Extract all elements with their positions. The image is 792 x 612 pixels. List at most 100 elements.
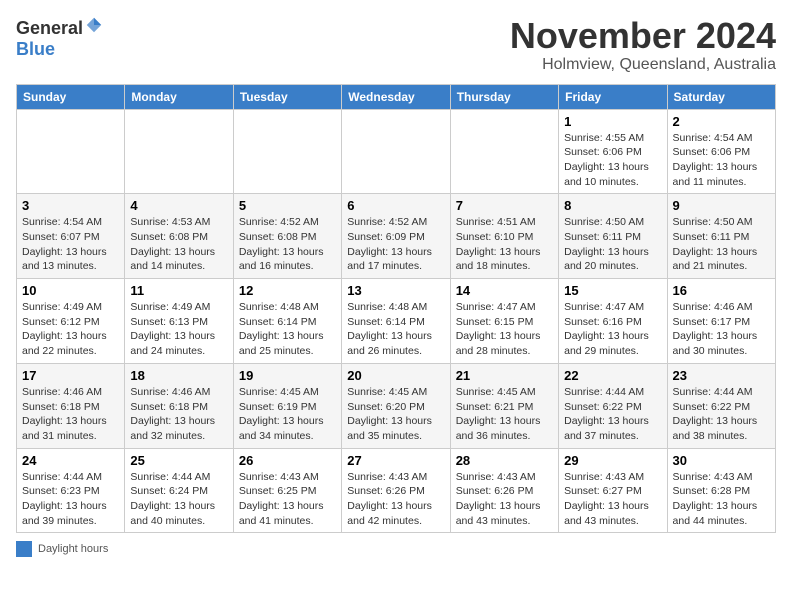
calendar-cell: 10 Sunrise: 4:49 AM Sunset: 6:12 PM Dayli… bbox=[17, 279, 125, 364]
day-info: Sunrise: 4:47 AM Sunset: 6:15 PM Dayligh… bbox=[456, 300, 553, 359]
day-number: 11 bbox=[130, 283, 227, 298]
calendar-header-saturday: Saturday bbox=[667, 84, 775, 109]
calendar-table: SundayMondayTuesdayWednesdayThursdayFrid… bbox=[16, 84, 776, 534]
calendar-cell: 22 Sunrise: 4:44 AM Sunset: 6:22 PM Dayli… bbox=[559, 363, 667, 448]
calendar-cell: 2Sunrise: 4:54 AM Sunset: 6:06 PM Daylig… bbox=[667, 109, 775, 194]
day-number: 24 bbox=[22, 453, 119, 468]
calendar-cell: 7Sunrise: 4:51 AM Sunset: 6:10 PM Daylig… bbox=[450, 194, 558, 279]
calendar-cell: 4 Sunrise: 4:53 AM Sunset: 6:08 PM Daylig… bbox=[125, 194, 233, 279]
day-number: 17 bbox=[22, 368, 119, 383]
day-number: 4 bbox=[130, 198, 227, 213]
calendar-cell: 11 Sunrise: 4:49 AM Sunset: 6:13 PM Dayli… bbox=[125, 279, 233, 364]
day-number: 18 bbox=[130, 368, 227, 383]
day-info: Sunrise: 4:43 AM Sunset: 6:28 PM Dayligh… bbox=[673, 470, 770, 529]
day-number: 9 bbox=[673, 198, 770, 213]
day-number: 16 bbox=[673, 283, 770, 298]
daylight-label: Daylight hours bbox=[38, 543, 108, 555]
day-number: 8 bbox=[564, 198, 661, 213]
calendar-cell bbox=[450, 109, 558, 194]
title-block: November 2024 Holmview, Queensland, Aust… bbox=[510, 16, 776, 74]
month-title: November 2024 bbox=[510, 16, 776, 56]
calendar-week-row: 3 Sunrise: 4:54 AM Sunset: 6:07 PM Daylig… bbox=[17, 194, 776, 279]
calendar-header-thursday: Thursday bbox=[450, 84, 558, 109]
day-info: Sunrise: 4:50 AM Sunset: 6:11 PM Dayligh… bbox=[564, 215, 661, 274]
day-number: 27 bbox=[347, 453, 444, 468]
day-info: Sunrise: 4:48 AM Sunset: 6:14 PM Dayligh… bbox=[239, 300, 336, 359]
calendar-header-wednesday: Wednesday bbox=[342, 84, 450, 109]
day-info: Sunrise: 4:48 AM Sunset: 6:14 PM Dayligh… bbox=[347, 300, 444, 359]
calendar-cell: 20 Sunrise: 4:45 AM Sunset: 6:20 PM Dayli… bbox=[342, 363, 450, 448]
calendar-cell: 28 Sunrise: 4:43 AM Sunset: 6:26 PM Dayli… bbox=[450, 448, 558, 533]
day-number: 22 bbox=[564, 368, 661, 383]
day-info: Sunrise: 4:46 AM Sunset: 6:17 PM Dayligh… bbox=[673, 300, 770, 359]
calendar-cell: 18Sunrise: 4:46 AM Sunset: 6:18 PM Dayli… bbox=[125, 363, 233, 448]
day-number: 3 bbox=[22, 198, 119, 213]
calendar-header-tuesday: Tuesday bbox=[233, 84, 341, 109]
day-number: 6 bbox=[347, 198, 444, 213]
day-info: Sunrise: 4:44 AM Sunset: 6:23 PM Dayligh… bbox=[22, 470, 119, 529]
day-info: Sunrise: 4:45 AM Sunset: 6:21 PM Dayligh… bbox=[456, 385, 553, 444]
day-number: 13 bbox=[347, 283, 444, 298]
calendar-cell: 12 Sunrise: 4:48 AM Sunset: 6:14 PM Dayli… bbox=[233, 279, 341, 364]
calendar-cell: 15Sunrise: 4:47 AM Sunset: 6:16 PM Dayli… bbox=[559, 279, 667, 364]
calendar-cell bbox=[233, 109, 341, 194]
calendar-cell: 21 Sunrise: 4:45 AM Sunset: 6:21 PM Dayli… bbox=[450, 363, 558, 448]
day-number: 29 bbox=[564, 453, 661, 468]
day-info: Sunrise: 4:43 AM Sunset: 6:26 PM Dayligh… bbox=[347, 470, 444, 529]
day-number: 28 bbox=[456, 453, 553, 468]
calendar-cell: 8 Sunrise: 4:50 AM Sunset: 6:11 PM Daylig… bbox=[559, 194, 667, 279]
daylight-swatch bbox=[16, 541, 32, 557]
day-number: 12 bbox=[239, 283, 336, 298]
location-title: Holmview, Queensland, Australia bbox=[510, 56, 776, 74]
page-header: General Blue November 2024 Holmview, Que… bbox=[16, 16, 776, 74]
calendar-cell bbox=[17, 109, 125, 194]
calendar-cell: 30 Sunrise: 4:43 AM Sunset: 6:28 PM Dayli… bbox=[667, 448, 775, 533]
calendar-header-sunday: Sunday bbox=[17, 84, 125, 109]
calendar-cell: 17 Sunrise: 4:46 AM Sunset: 6:18 PM Dayli… bbox=[17, 363, 125, 448]
day-info: Sunrise: 4:49 AM Sunset: 6:13 PM Dayligh… bbox=[130, 300, 227, 359]
day-info: Sunrise: 4:52 AM Sunset: 6:08 PM Dayligh… bbox=[239, 215, 336, 274]
day-number: 10 bbox=[22, 283, 119, 298]
day-info: Sunrise: 4:45 AM Sunset: 6:20 PM Dayligh… bbox=[347, 385, 444, 444]
day-info: Sunrise: 4:43 AM Sunset: 6:26 PM Dayligh… bbox=[456, 470, 553, 529]
calendar-header-friday: Friday bbox=[559, 84, 667, 109]
calendar-cell: 9Sunrise: 4:50 AM Sunset: 6:11 PM Daylig… bbox=[667, 194, 775, 279]
day-info: Sunrise: 4:55 AM Sunset: 6:06 PM Dayligh… bbox=[564, 131, 661, 190]
calendar-cell: 24 Sunrise: 4:44 AM Sunset: 6:23 PM Dayli… bbox=[17, 448, 125, 533]
day-info: Sunrise: 4:45 AM Sunset: 6:19 PM Dayligh… bbox=[239, 385, 336, 444]
calendar-cell: 16 Sunrise: 4:46 AM Sunset: 6:17 PM Dayli… bbox=[667, 279, 775, 364]
day-info: Sunrise: 4:43 AM Sunset: 6:27 PM Dayligh… bbox=[564, 470, 661, 529]
calendar-cell: 13 Sunrise: 4:48 AM Sunset: 6:14 PM Dayli… bbox=[342, 279, 450, 364]
calendar-cell: 23Sunrise: 4:44 AM Sunset: 6:22 PM Dayli… bbox=[667, 363, 775, 448]
day-number: 23 bbox=[673, 368, 770, 383]
day-info: Sunrise: 4:44 AM Sunset: 6:22 PM Dayligh… bbox=[564, 385, 661, 444]
day-number: 5 bbox=[239, 198, 336, 213]
day-number: 20 bbox=[347, 368, 444, 383]
day-info: Sunrise: 4:44 AM Sunset: 6:24 PM Dayligh… bbox=[130, 470, 227, 529]
day-info: Sunrise: 4:49 AM Sunset: 6:12 PM Dayligh… bbox=[22, 300, 119, 359]
calendar-cell: 25Sunrise: 4:44 AM Sunset: 6:24 PM Dayli… bbox=[125, 448, 233, 533]
calendar-week-row: 24 Sunrise: 4:44 AM Sunset: 6:23 PM Dayli… bbox=[17, 448, 776, 533]
logo-icon bbox=[85, 16, 103, 34]
day-info: Sunrise: 4:46 AM Sunset: 6:18 PM Dayligh… bbox=[22, 385, 119, 444]
day-info: Sunrise: 4:53 AM Sunset: 6:08 PM Dayligh… bbox=[130, 215, 227, 274]
day-info: Sunrise: 4:52 AM Sunset: 6:09 PM Dayligh… bbox=[347, 215, 444, 274]
day-info: Sunrise: 4:43 AM Sunset: 6:25 PM Dayligh… bbox=[239, 470, 336, 529]
calendar-cell: 6 Sunrise: 4:52 AM Sunset: 6:09 PM Daylig… bbox=[342, 194, 450, 279]
day-info: Sunrise: 4:54 AM Sunset: 6:07 PM Dayligh… bbox=[22, 215, 119, 274]
footer: Daylight hours bbox=[16, 541, 776, 557]
calendar-cell: 27 Sunrise: 4:43 AM Sunset: 6:26 PM Dayli… bbox=[342, 448, 450, 533]
day-number: 1 bbox=[564, 114, 661, 129]
calendar-cell: 1 Sunrise: 4:55 AM Sunset: 6:06 PM Daylig… bbox=[559, 109, 667, 194]
calendar-week-row: 10 Sunrise: 4:49 AM Sunset: 6:12 PM Dayli… bbox=[17, 279, 776, 364]
calendar-cell: 3 Sunrise: 4:54 AM Sunset: 6:07 PM Daylig… bbox=[17, 194, 125, 279]
day-number: 21 bbox=[456, 368, 553, 383]
calendar-cell bbox=[125, 109, 233, 194]
day-number: 30 bbox=[673, 453, 770, 468]
calendar-cell: 29 Sunrise: 4:43 AM Sunset: 6:27 PM Dayli… bbox=[559, 448, 667, 533]
day-number: 26 bbox=[239, 453, 336, 468]
day-number: 15 bbox=[564, 283, 661, 298]
day-number: 19 bbox=[239, 368, 336, 383]
calendar-week-row: 1 Sunrise: 4:55 AM Sunset: 6:06 PM Daylig… bbox=[17, 109, 776, 194]
day-info: Sunrise: 4:54 AM Sunset: 6:06 PM Dayligh… bbox=[673, 131, 770, 190]
